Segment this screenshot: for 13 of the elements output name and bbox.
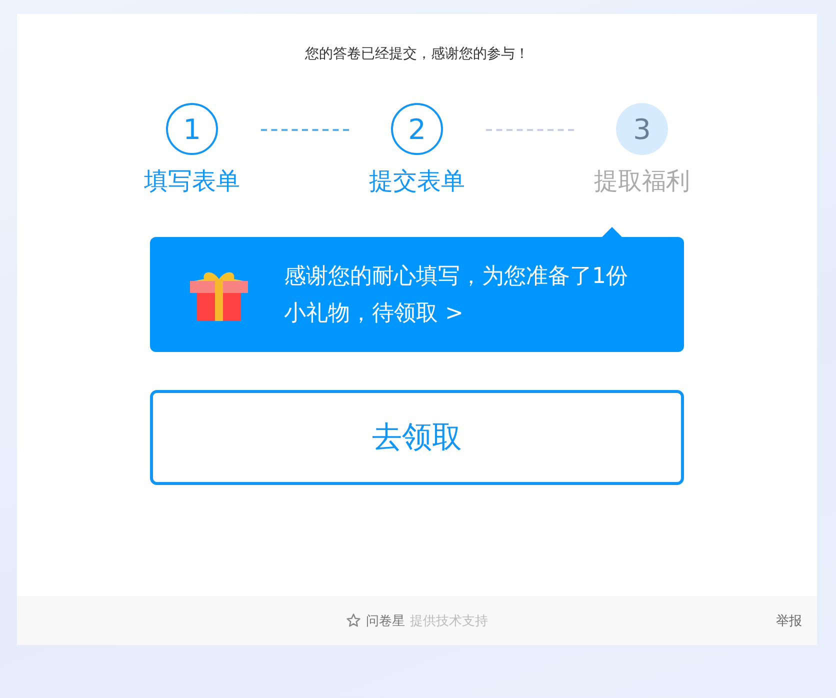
step-label: 提取福利 xyxy=(594,166,690,197)
submitted-message: 您的答卷已经提交，感谢您的参与！ xyxy=(305,45,529,64)
claim-button[interactable]: 去领取 xyxy=(150,390,684,485)
gift-message: 感谢您的耐心填写，为您准备了1份小礼物，待领取 > xyxy=(284,262,629,328)
brand-name[interactable]: 问卷星 xyxy=(366,612,405,630)
step-label: 提交表单 xyxy=(369,166,465,197)
star-icon xyxy=(346,613,361,628)
step-number: 2 xyxy=(391,103,443,155)
step-number: 3 xyxy=(616,103,668,155)
step-number: 1 xyxy=(166,103,218,155)
step-label: 填写表单 xyxy=(144,166,240,197)
report-link[interactable]: 举报 xyxy=(776,612,802,630)
support-text: 提供技术支持 xyxy=(410,612,488,630)
